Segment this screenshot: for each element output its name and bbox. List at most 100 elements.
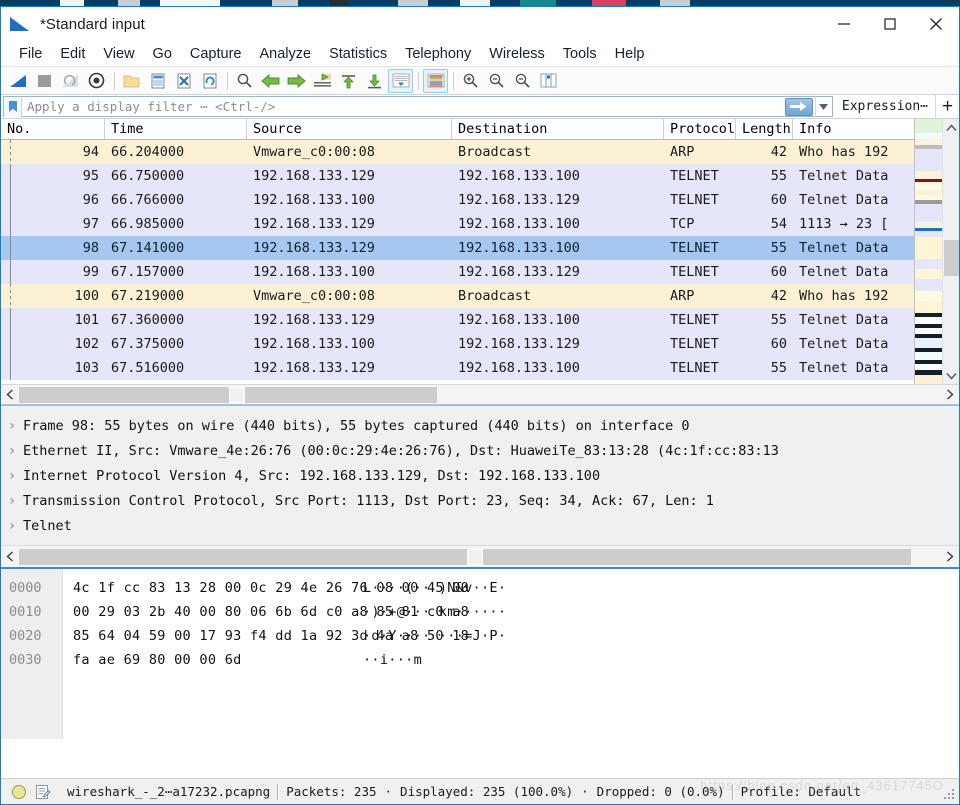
detail-tree-item[interactable]: › Internet Protocol Version 4, Src: 192.1… <box>1 463 959 488</box>
menu-tools[interactable]: Tools <box>554 44 606 64</box>
column-header-destination[interactable]: Destination <box>452 119 664 139</box>
horizontal-scroll-trough[interactable] <box>19 386 437 403</box>
scroll-right-icon[interactable] <box>941 385 959 405</box>
horizontal-scroll-track[interactable] <box>19 386 941 403</box>
menu-go[interactable]: Go <box>144 44 181 64</box>
column-header-protocol[interactable]: Protocol <box>664 119 736 139</box>
resize-columns-icon[interactable] <box>536 69 561 93</box>
add-filter-button[interactable]: + <box>935 95 959 118</box>
status-profile[interactable]: Profile: Default <box>741 784 861 799</box>
open-file-icon[interactable] <box>119 69 144 93</box>
table-row[interactable]: 95 66.750000 192.168.133.129 192.168.133.10… <box>1 164 914 188</box>
zoom-in-icon[interactable] <box>458 69 483 93</box>
apply-filter-arrow-icon[interactable] <box>784 97 813 116</box>
go-to-packet-icon[interactable] <box>310 69 335 93</box>
close-button[interactable] <box>913 7 959 41</box>
chevron-right-icon[interactable]: › <box>1 468 23 484</box>
chevron-right-icon[interactable]: › <box>1 518 23 534</box>
capture-options-icon[interactable] <box>84 69 109 93</box>
table-row[interactable]: 94 66.204000 Vmware_c0:00:08 Broadcast ARP 42… <box>1 140 914 164</box>
normal-size-icon[interactable] <box>510 69 535 93</box>
detail-scroll-thumb[interactable] <box>467 548 483 565</box>
go-forward-icon[interactable] <box>284 69 309 93</box>
packet-list-table[interactable]: No. Time Source Destination Protocol Len… <box>1 119 914 384</box>
scroll-up-icon[interactable] <box>943 119 960 136</box>
auto-scroll-icon[interactable] <box>388 68 413 93</box>
horizontal-scroll-thumb[interactable] <box>229 386 245 403</box>
reload-file-icon[interactable] <box>197 69 222 93</box>
zoom-out-icon[interactable] <box>484 69 509 93</box>
menu-help[interactable]: Help <box>606 44 654 64</box>
colorize-icon[interactable] <box>423 68 448 93</box>
column-header-source[interactable]: Source <box>247 119 452 139</box>
cell-time: 67.219000 <box>111 288 185 304</box>
menu-view[interactable]: View <box>94 44 143 64</box>
filter-input[interactable]: Apply a display filter ⋯ <Ctrl-/> <box>22 99 785 114</box>
filter-expression-button[interactable]: Expression⋯ <box>833 95 935 118</box>
detail-tree-item[interactable]: › Transmission Control Protocol, Src Port… <box>1 488 959 513</box>
menu-analyze[interactable]: Analyze <box>250 44 320 64</box>
scroll-left-icon[interactable] <box>1 385 19 405</box>
close-file-icon[interactable] <box>171 69 196 93</box>
table-row[interactable]: 101 67.360000 192.168.133.129 192.168.133.1… <box>1 308 914 332</box>
packet-list-horizontal-scrollbar[interactable] <box>1 384 959 404</box>
table-row[interactable]: 102 67.375000 192.168.133.100 192.168.133.1… <box>1 332 914 356</box>
detail-scroll-right-icon[interactable] <box>941 547 959 567</box>
chevron-right-icon[interactable]: › <box>1 443 23 459</box>
go-last-packet-icon[interactable] <box>362 69 387 93</box>
column-header-no[interactable]: No. <box>1 119 105 139</box>
detail-horizontal-scroll-track[interactable] <box>19 548 941 565</box>
detail-tree-item[interactable]: › Telnet <box>1 513 959 538</box>
menu-file[interactable]: File <box>10 44 51 64</box>
packet-bytes-pane[interactable]: 0000 4c 1f cc 83 13 28 00 0c 29 4e 26 76 … <box>1 567 959 739</box>
detail-tree-item[interactable]: › Frame 98: 55 bytes on wire (440 bits), … <box>1 413 959 438</box>
hex-dump-row[interactable]: 0030 fa ae 69 80 00 00 6d ··i···m <box>1 648 959 672</box>
vertical-scroll-track[interactable] <box>943 136 960 367</box>
column-header-length[interactable]: Length <box>736 119 793 139</box>
go-back-icon[interactable] <box>258 69 283 93</box>
filter-dropdown-button[interactable] <box>814 96 832 117</box>
menu-telephony[interactable]: Telephony <box>396 44 480 64</box>
table-row[interactable]: 97 66.985000 192.168.133.129 192.168.133.10… <box>1 212 914 236</box>
table-row[interactable]: 100 67.219000 Vmware_c0:00:08 Broadcast ARP 4… <box>1 284 914 308</box>
resize-grip-icon[interactable] <box>944 789 956 801</box>
table-row[interactable]: 99 67.157000 192.168.133.100 192.168.133.12… <box>1 260 914 284</box>
menu-wireless[interactable]: Wireless <box>480 44 554 64</box>
packet-detail-pane[interactable]: › Frame 98: 55 bytes on wire (440 bits), … <box>1 405 959 567</box>
table-row[interactable]: 96 66.766000 192.168.133.100 192.168.133.12… <box>1 188 914 212</box>
filter-bookmark-icon[interactable] <box>4 96 22 117</box>
vertical-scroll-thumb[interactable] <box>943 240 959 276</box>
filter-input-wrapper[interactable]: Apply a display filter ⋯ <Ctrl-/> <box>3 96 833 117</box>
chevron-right-icon[interactable]: › <box>1 493 23 509</box>
cell-info: 1113 → 23 [ <box>799 216 889 232</box>
packet-intensity-minimap[interactable] <box>914 119 942 384</box>
menu-capture[interactable]: Capture <box>181 44 251 64</box>
stop-capture-icon[interactable] <box>32 69 57 93</box>
find-packet-icon[interactable] <box>232 69 257 93</box>
column-header-time[interactable]: Time <box>105 119 247 139</box>
menu-statistics[interactable]: Statistics <box>320 44 396 64</box>
save-file-icon[interactable] <box>145 69 170 93</box>
maximize-button[interactable] <box>867 7 913 41</box>
hex-dump-row[interactable]: 0000 4c 1f cc 83 13 28 00 0c 29 4e 26 76 … <box>1 576 959 600</box>
expert-info-bulb-icon[interactable] <box>12 784 26 799</box>
capture-comment-icon[interactable] <box>35 784 51 800</box>
chevron-right-icon[interactable]: › <box>1 418 23 434</box>
table-row[interactable]: 98 67.141000 192.168.133.129 192.168.133.10… <box>1 236 914 260</box>
hex-dump-row[interactable]: 0020 85 64 04 59 00 17 93 f4 dd 1a 92 3d … <box>1 624 959 648</box>
packet-detail-horizontal-scrollbar[interactable] <box>1 545 959 567</box>
hex-dump-row[interactable]: 0010 00 29 03 2b 40 00 80 06 6b 6d c0 a8 … <box>1 600 959 624</box>
start-capture-icon[interactable] <box>6 69 31 93</box>
packet-list-vertical-scrollbar[interactable] <box>942 119 959 384</box>
go-first-packet-icon[interactable] <box>336 69 361 93</box>
detail-tree-item[interactable]: › Ethernet II, Src: Vmware_4e:26:76 (00:0… <box>1 438 959 463</box>
scroll-down-icon[interactable] <box>943 367 960 384</box>
detail-scroll-left-icon[interactable] <box>1 547 19 567</box>
minimize-button[interactable] <box>821 7 867 41</box>
cell-source: Vmware_c0:00:08 <box>253 144 375 160</box>
detail-scroll-trough[interactable] <box>19 548 911 565</box>
menu-edit[interactable]: Edit <box>51 44 94 64</box>
table-row[interactable]: 103 67.516000 192.168.133.129 192.168.133.1… <box>1 356 914 380</box>
restart-capture-icon[interactable] <box>58 69 83 93</box>
column-header-info[interactable]: Info <box>793 119 913 139</box>
